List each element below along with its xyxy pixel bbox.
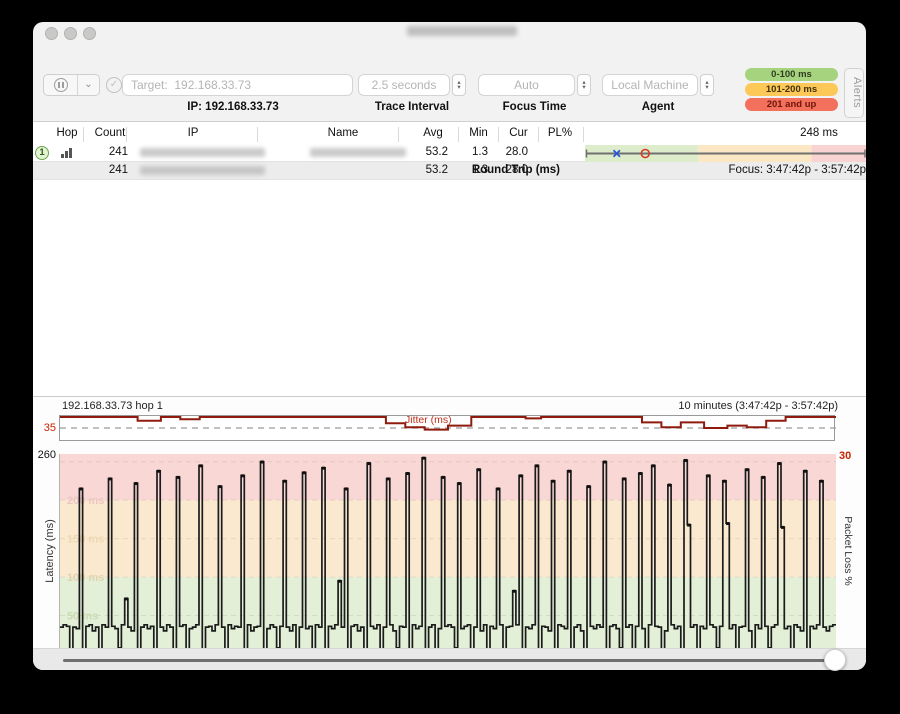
- pause-button[interactable]: [44, 75, 77, 95]
- chart-title: 192.168.33.73 hop 1: [62, 400, 163, 412]
- summary-row[interactable]: 241 Round Trip (ms) 53.2 1.3 28.0 Focus:…: [33, 162, 866, 180]
- col-cur[interactable]: Cur: [501, 127, 536, 139]
- col-min[interactable]: Min: [461, 127, 496, 139]
- table-header: Hop Count IP Name Avg Min Cur PL% 248 ms: [33, 125, 866, 145]
- ip-redacted: [140, 148, 265, 157]
- jitter-series-label: Jitter (ms): [405, 414, 452, 426]
- trace-interval-stepper[interactable]: ▴ ▾: [452, 74, 466, 96]
- pause-menu-button[interactable]: ⌄: [77, 75, 99, 95]
- confirm-target-icon[interactable]: ✓: [106, 77, 122, 93]
- hop-number-badge: 1: [35, 146, 49, 160]
- cur-cell: 28.0: [493, 164, 528, 176]
- packet-loss-axis-label: Packet Loss %: [842, 506, 854, 596]
- latency-axis-label: Latency (ms): [44, 506, 56, 596]
- col-ip[interactable]: IP: [133, 127, 253, 139]
- resolved-ip-label: IP: 192.168.33.73: [153, 101, 313, 113]
- focus-range-label: Focus: 3:47:42p - 3:57:42p: [633, 164, 866, 176]
- trace-table: Hop Count IP Name Avg Min Cur PL% 248 ms…: [33, 122, 866, 396]
- focus-time-label: Focus Time: [478, 101, 591, 113]
- ip-redacted: [140, 166, 265, 175]
- agent-stepper[interactable]: ▴ ▾: [700, 74, 714, 96]
- timeline-chart-section: 192.168.33.73 hop 1 10 minutes (3:47:42p…: [33, 396, 866, 648]
- chevron-down-icon: ⌄: [84, 80, 92, 90]
- window-title-redacted: [407, 26, 517, 36]
- scale-max-label: 248 ms: [773, 127, 865, 139]
- scroll-thumb[interactable]: [824, 649, 846, 671]
- count-cell: 241: [88, 164, 128, 176]
- legend-green-badge: 0-100 ms: [745, 68, 838, 81]
- stepper-down-icon: ▾: [457, 85, 460, 90]
- trace-control-group: ⌄: [43, 74, 100, 96]
- screenshot-root: { "toolbar": { "target_placeholder": "Ta…: [0, 0, 900, 714]
- name-redacted: [310, 148, 406, 157]
- svg-text:100 ms: 100 ms: [67, 572, 104, 584]
- trace-interval-value[interactable]: 2.5 seconds: [358, 74, 450, 96]
- col-hop[interactable]: Hop: [47, 127, 87, 139]
- alerts-tab[interactable]: Alerts: [844, 68, 864, 118]
- app-window: ⌄ ✓ IP: 192.168.33.73 2.5 seconds ▴ ▾ Tr…: [33, 22, 866, 670]
- y-max-label: 260: [34, 449, 56, 461]
- count-cell: 241: [88, 146, 128, 158]
- min-cell: 1.3: [453, 146, 488, 158]
- stepper-down-icon: ▾: [705, 85, 708, 90]
- target-input[interactable]: [123, 75, 352, 95]
- legend-red-badge: 201 and up: [745, 98, 838, 111]
- cur-cell: 28.0: [493, 146, 528, 158]
- target-field-wrap: [122, 74, 353, 96]
- agent-label: Agent: [602, 101, 714, 113]
- col-avg[interactable]: Avg: [413, 127, 453, 139]
- scroll-track[interactable]: [63, 659, 845, 662]
- col-name[interactable]: Name: [273, 127, 413, 139]
- latency-graph: 200 ms150 ms100 ms50 ms: [60, 454, 836, 666]
- timeline-scrollbar-area: [33, 648, 866, 670]
- title-bar: [33, 22, 866, 44]
- trace-interval-label: Trace Interval: [358, 101, 466, 113]
- minimize-window-button[interactable]: [64, 27, 77, 40]
- packet-loss-max-label: 30: [839, 450, 851, 462]
- svg-text:150 ms: 150 ms: [67, 534, 104, 546]
- jitter-panel[interactable]: Jitter (ms): [59, 415, 835, 441]
- avg-cell: 53.2: [403, 146, 448, 158]
- avg-cell: 53.2: [403, 164, 448, 176]
- stepper-down-icon: ▾: [582, 85, 585, 90]
- latency-range-minigraph: [585, 145, 866, 162]
- chart-timespan-label: 10 minutes (3:47:42p - 3:57:42p): [533, 400, 838, 412]
- agent-value[interactable]: Local Machine: [602, 74, 698, 96]
- bar-chart-icon[interactable]: [61, 148, 75, 158]
- pause-icon: [54, 78, 68, 92]
- latency-plot[interactable]: 200 ms150 ms100 ms50 ms: [59, 454, 836, 666]
- table-row[interactable]: 1 241 53.2 1.3 28.0: [33, 144, 866, 162]
- jitter-threshold-label: 35: [34, 422, 56, 434]
- col-pl[interactable]: PL%: [541, 127, 579, 139]
- close-window-button[interactable]: [45, 27, 58, 40]
- toolbar: ⌄ ✓ IP: 192.168.33.73 2.5 seconds ▴ ▾ Tr…: [33, 44, 866, 122]
- legend-yellow-badge: 101-200 ms: [745, 83, 838, 96]
- svg-text:200 ms: 200 ms: [67, 495, 104, 507]
- focus-time-value[interactable]: Auto: [478, 74, 575, 96]
- min-cell: 1.3: [453, 164, 488, 176]
- focus-time-stepper[interactable]: ▴ ▾: [577, 74, 591, 96]
- zoom-window-button[interactable]: [83, 27, 96, 40]
